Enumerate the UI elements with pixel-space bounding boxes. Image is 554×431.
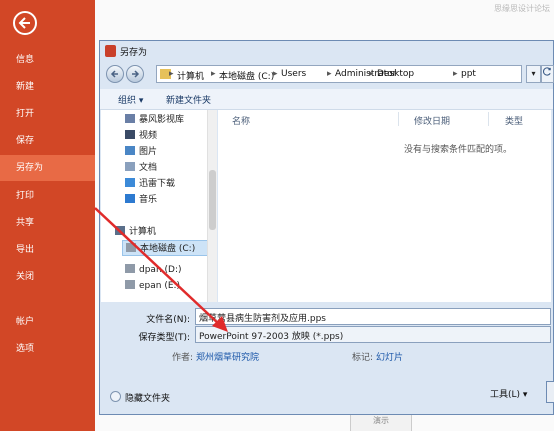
arrow-left-icon xyxy=(18,17,30,29)
column-divider xyxy=(398,112,399,126)
column-name[interactable]: 名称 xyxy=(232,114,250,127)
breadcrumb-separator[interactable]: ▸ xyxy=(369,69,374,79)
nav-tree-item[interactable]: 视频 xyxy=(125,128,157,144)
nav-tree-item[interactable]: epan (E:) xyxy=(125,278,180,294)
nav-tree-item[interactable]: 迅雷下载 xyxy=(125,176,175,192)
new-folder-button[interactable]: 新建文件夹 xyxy=(166,93,211,106)
backstage-item-8[interactable]: 导出 xyxy=(0,237,95,263)
nav-tree-item[interactable]: 计算机 xyxy=(115,224,156,240)
breadcrumb-separator[interactable]: ▸ xyxy=(327,69,332,79)
author-label: 作者: xyxy=(172,353,194,363)
tags-value[interactable]: 幻灯片 xyxy=(376,350,403,363)
backstage-pane: 信息 新建 打开 保存 另存为 打印 共享 导出 关闭帐户 选项 xyxy=(0,0,95,431)
chevron-up-icon xyxy=(110,391,121,402)
nav-tree-label: 本地磁盘 (C:) xyxy=(140,244,196,254)
filename-label: 文件名(N): xyxy=(146,315,190,325)
backstage-item-11[interactable]: 选项 xyxy=(0,336,95,362)
hide-folders-label: 隐藏文件夹 xyxy=(125,394,171,404)
drive-icon xyxy=(126,243,136,252)
music-icon xyxy=(125,194,135,203)
background-tab: 演示 xyxy=(350,415,412,431)
breadcrumb-separator[interactable]: ▸ xyxy=(453,69,458,79)
nav-tree-item[interactable]: 本地磁盘 (C:) xyxy=(122,240,207,256)
computer-icon xyxy=(115,226,125,235)
navigation-scrollbar[interactable] xyxy=(207,110,217,302)
filetype-select[interactable]: PowerPoint 97-2003 放映 (*.pps) xyxy=(195,326,551,343)
nav-tree-label: 暴风影视库 xyxy=(139,115,185,125)
breadcrumb-item[interactable]: 本地磁盘 (C:) xyxy=(219,69,274,82)
breadcrumb-separator[interactable]: ▸ xyxy=(273,69,278,79)
document-icon xyxy=(125,162,135,171)
back-button[interactable] xyxy=(13,11,37,35)
author-value[interactable]: 郑州烟草研究院 xyxy=(196,350,259,363)
nav-tree-label: 文档 xyxy=(139,163,158,173)
backstage-item-3[interactable]: 打开 xyxy=(0,101,95,127)
filename-input[interactable]: 烟草营县病生防害剂及应用.pps xyxy=(195,308,551,325)
backstage-item-6[interactable]: 打印 xyxy=(0,183,95,209)
navigation-bar: ▸ 计算机 ▸ 本地磁盘 (C:) ▸ Users ▸ Administrator ▸ Deskt… xyxy=(100,61,554,87)
filetype-label: 保存类型(T): xyxy=(138,333,190,343)
save-as-dialog: 另存为 ▸ 计算机 ▸ 本地磁盘 (C:) ▸ Users ▸ Administrator ▸ D… xyxy=(99,40,554,415)
nav-tree-label: 计算机 xyxy=(129,227,157,237)
drive-icon xyxy=(125,264,135,273)
nav-tree-item[interactable]: 音乐 xyxy=(125,192,157,208)
breadcrumb-separator[interactable]: ▸ xyxy=(169,69,174,79)
nav-tree-label: 迅雷下载 xyxy=(139,179,176,189)
tags-label: 标记: xyxy=(352,353,374,363)
arrow-right-icon xyxy=(132,70,140,78)
library-icon xyxy=(125,114,135,123)
nav-tree-item[interactable]: 暴风影视库 xyxy=(125,112,184,128)
backstage-item-7[interactable]: 共享 xyxy=(0,210,95,236)
back-nav-button[interactable] xyxy=(106,65,124,83)
column-type[interactable]: 类型 xyxy=(505,114,523,127)
backstage-item-1[interactable]: 信息 xyxy=(0,47,95,73)
backstage-item-4[interactable]: 保存 xyxy=(0,128,95,154)
breadcrumb-item[interactable]: ppt xyxy=(461,69,476,79)
nav-tree-item[interactable]: 文档 xyxy=(125,160,157,176)
refresh-icon xyxy=(542,67,551,76)
address-dropdown-button[interactable]: ▾ xyxy=(526,65,541,83)
nav-tree-label: 视频 xyxy=(139,131,158,141)
nav-tree-label: 图片 xyxy=(139,147,158,157)
dialog-toolbar: 组织 ▾ 新建文件夹 xyxy=(100,89,553,110)
nav-tree-label: epan (E:) xyxy=(139,281,181,291)
empty-message: 没有与搜索条件匹配的项。 xyxy=(404,145,513,155)
powerpoint-icon xyxy=(105,45,116,57)
dialog-title: 另存为 xyxy=(120,48,148,58)
scrollbar-thumb[interactable] xyxy=(209,170,216,230)
breadcrumb-separator[interactable]: ▸ xyxy=(211,69,216,79)
backstage-item-9[interactable]: 关闭 xyxy=(0,264,95,290)
backstage-item-2[interactable]: 新建 xyxy=(0,74,95,100)
breadcrumb-item[interactable]: Desktop xyxy=(377,69,414,79)
download-icon xyxy=(125,178,135,187)
video-icon xyxy=(125,130,135,139)
drive-icon xyxy=(125,280,135,289)
navigation-pane: 暴风影视库视频图片文档迅雷下载音乐计算机本地磁盘 (C:) dpan (D:) ep… xyxy=(101,110,207,302)
forward-nav-button[interactable] xyxy=(126,65,144,83)
arrow-left-icon xyxy=(110,70,118,78)
address-bar[interactable]: ▸ 计算机 ▸ 本地磁盘 (C:) ▸ Users ▸ Administrator ▸ Deskt… xyxy=(156,65,522,83)
nav-tree-label: 音乐 xyxy=(139,195,158,205)
backstage-item-5[interactable]: 另存为 xyxy=(0,155,95,181)
file-list: 名称 修改日期 类型 没有与搜索条件匹配的项。 xyxy=(218,110,551,302)
watermark-text: 思缘思设计论坛 xyxy=(494,4,550,13)
refresh-button[interactable] xyxy=(541,65,554,83)
breadcrumb-item[interactable]: 计算机 xyxy=(177,69,204,82)
save-button[interactable] xyxy=(546,381,554,403)
nav-tree-label: dpan (D:) xyxy=(139,265,182,275)
organize-button[interactable]: 组织 ▾ xyxy=(118,93,143,106)
backstage-item-10[interactable]: 帐户 xyxy=(0,309,95,335)
tools-button[interactable]: 工具(L) ▾ xyxy=(490,387,527,400)
dialog-title-bar: 另存为 xyxy=(100,41,553,61)
nav-tree-item[interactable]: dpan (D:) xyxy=(125,262,182,278)
column-divider xyxy=(488,112,489,126)
column-modified[interactable]: 修改日期 xyxy=(414,114,450,127)
breadcrumb-item[interactable]: Users xyxy=(281,69,306,79)
hide-folders-toggle[interactable]: 隐藏文件夹 xyxy=(110,391,170,404)
nav-tree-item[interactable]: 图片 xyxy=(125,144,157,160)
picture-icon xyxy=(125,146,135,155)
